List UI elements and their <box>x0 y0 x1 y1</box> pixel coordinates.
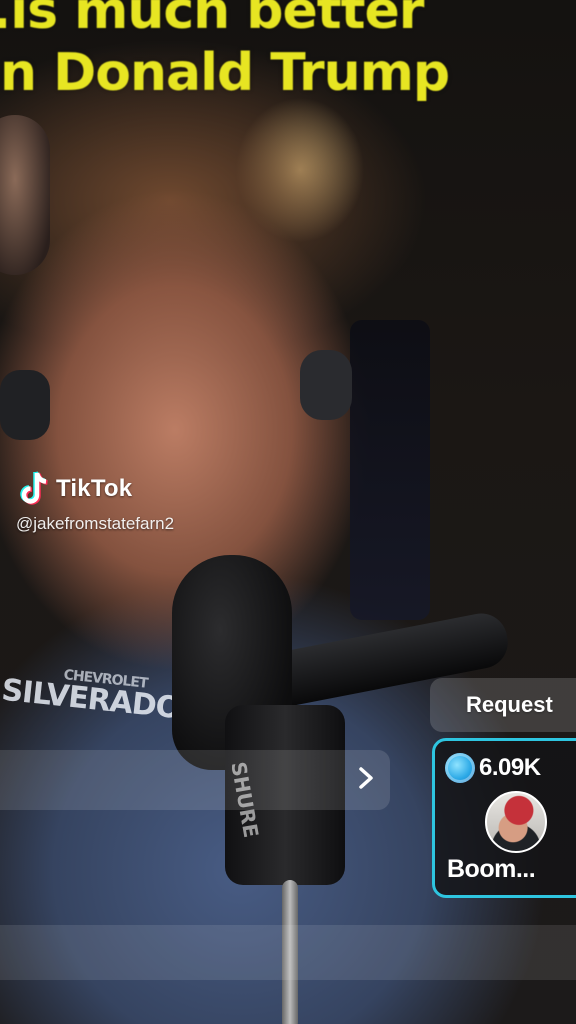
headphone-right <box>300 350 352 420</box>
tiktok-logo-icon <box>20 471 48 505</box>
video-caption: ...is much better n Donald Trump <box>0 0 576 104</box>
tiktok-watermark: TikTok @jakefromstatefarn2 <box>16 470 175 534</box>
bottom-overlay-strip <box>0 925 576 980</box>
creator-handle: @jakefromstatefarn2 <box>16 514 175 533</box>
caption-line-1: ...is much better <box>0 0 424 41</box>
coin-count: 6.09K <box>479 754 541 781</box>
caption-line-2: n Donald Trump <box>0 43 450 103</box>
background-panel <box>350 320 430 620</box>
tiktok-logo-row: TikTok <box>18 470 174 508</box>
background-person <box>0 115 50 275</box>
tiktok-wordmark: TikTok <box>56 475 133 502</box>
live-banner[interactable] <box>0 750 390 810</box>
coin-row: 6.09K <box>445 753 541 783</box>
chevron-right-icon[interactable] <box>350 760 382 796</box>
headphone-left <box>0 370 50 440</box>
gifter-name: Boom... <box>447 855 536 883</box>
top-gifter-card[interactable]: 6.09K Boom... <box>432 738 576 898</box>
request-button[interactable]: Request <box>430 678 576 732</box>
coin-icon <box>445 753 475 783</box>
avatar[interactable] <box>485 791 547 853</box>
live-video-screen: CHEVROLET SILVERADO SHURE ...is much bet… <box>0 0 576 1024</box>
